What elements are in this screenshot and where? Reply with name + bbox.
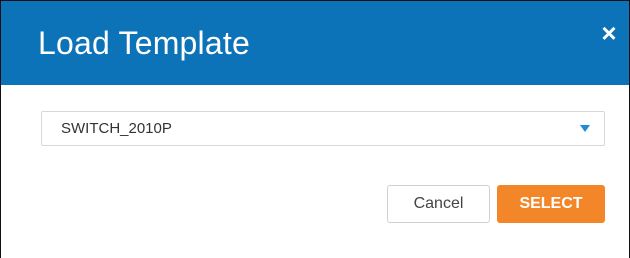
dialog-title: Load Template	[38, 25, 250, 61]
dialog-header: Load Template ×	[1, 1, 629, 85]
template-select-value: SWITCH_2010P	[61, 120, 172, 137]
cancel-button[interactable]: Cancel	[387, 185, 490, 223]
load-template-dialog: Load Template × SWITCH_2010P Cancel SELE…	[0, 0, 630, 258]
caret-down-icon[interactable]	[580, 125, 590, 132]
close-icon[interactable]: ×	[598, 20, 620, 46]
select-button[interactable]: SELECT	[497, 185, 605, 223]
template-select[interactable]: SWITCH_2010P	[41, 111, 605, 146]
